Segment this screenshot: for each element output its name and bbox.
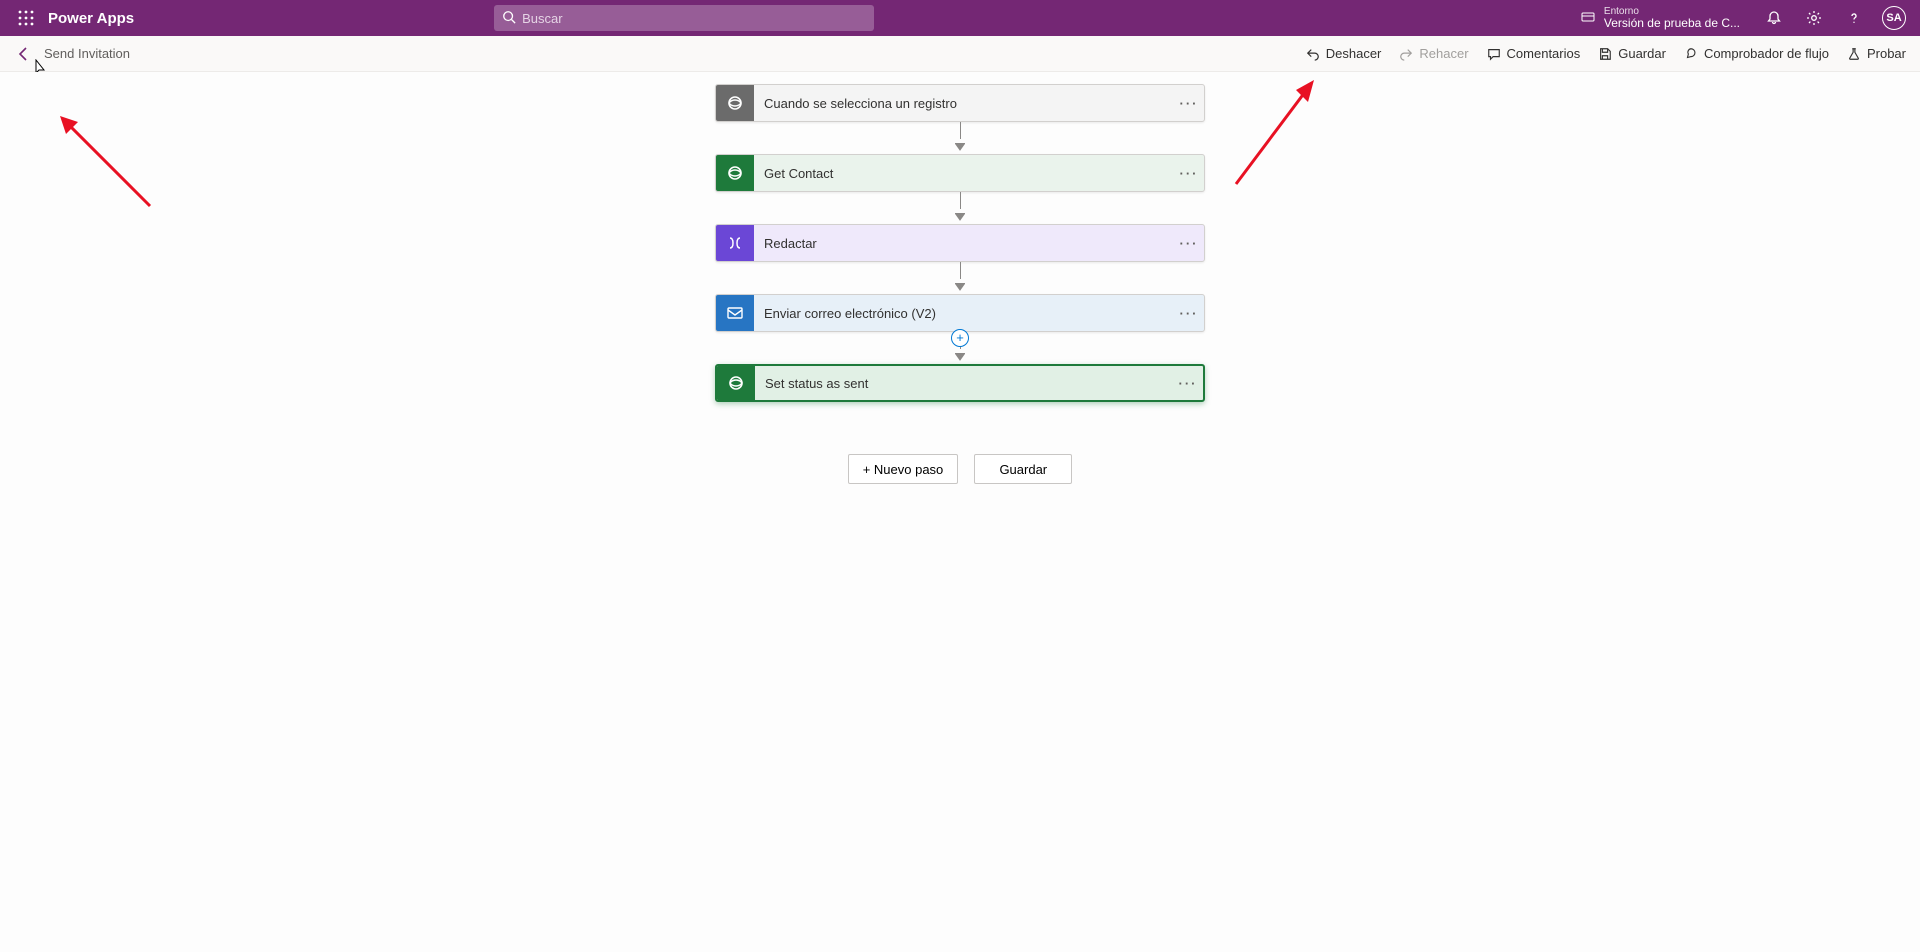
- flow-connector-with-add: +: [955, 332, 965, 364]
- flow-step-label: Redactar: [754, 236, 1174, 251]
- step-menu-icon[interactable]: ···: [1173, 376, 1203, 391]
- flow-canvas[interactable]: Cuando se selecciona un registro ··· Get…: [0, 72, 1920, 952]
- flow-step-label: Enviar correo electrónico (V2): [754, 306, 1174, 321]
- settings-icon[interactable]: [1796, 0, 1832, 36]
- save-label: Guardar: [1618, 46, 1666, 61]
- flow-connector: [955, 262, 965, 294]
- search-icon: [502, 10, 516, 27]
- flow-connector: [955, 122, 965, 154]
- compose-icon: [716, 224, 754, 262]
- flow-step-label: Cuando se selecciona un registro: [754, 96, 1174, 111]
- undo-label: Deshacer: [1326, 46, 1382, 61]
- flow-action-row: + Nuevo paso Guardar: [848, 454, 1073, 484]
- flow-checker-label: Comprobador de flujo: [1704, 46, 1829, 61]
- search-box[interactable]: [494, 5, 874, 31]
- environment-icon: [1580, 9, 1596, 28]
- flow-column: Cuando se selecciona un registro ··· Get…: [715, 84, 1205, 484]
- flow-step-label: Get Contact: [754, 166, 1174, 181]
- flow-title: Send Invitation: [44, 46, 130, 61]
- back-button[interactable]: [14, 44, 34, 64]
- annotation-arrow-right: [1226, 72, 1336, 195]
- command-bar: Send Invitation Deshacer Rehacer Comenta…: [0, 36, 1920, 72]
- flow-step-get-contact[interactable]: Get Contact ···: [715, 154, 1205, 192]
- comments-button[interactable]: Comentarios: [1487, 46, 1581, 61]
- redo-button: Rehacer: [1399, 46, 1468, 61]
- environment-name: Versión de prueba de C...: [1604, 17, 1740, 30]
- flow-step-compose[interactable]: Redactar ···: [715, 224, 1205, 262]
- flow-step-set-status[interactable]: Set status as sent ···: [715, 364, 1205, 402]
- app-launcher-icon[interactable]: [8, 0, 44, 36]
- dataverse-icon: [717, 364, 755, 402]
- step-menu-icon[interactable]: ···: [1174, 236, 1204, 251]
- dataverse-icon: [716, 154, 754, 192]
- comments-label: Comentarios: [1507, 46, 1581, 61]
- dataverse-icon: [716, 84, 754, 122]
- flow-step-send-email[interactable]: Enviar correo electrónico (V2) ···: [715, 294, 1205, 332]
- avatar[interactable]: SA: [1882, 6, 1906, 30]
- flow-step-label: Set status as sent: [755, 376, 1173, 391]
- flow-step-trigger[interactable]: Cuando se selecciona un registro ···: [715, 84, 1205, 122]
- environment-picker[interactable]: Entorno Versión de prueba de C...: [1568, 0, 1752, 36]
- test-button[interactable]: Probar: [1847, 46, 1906, 61]
- step-menu-icon[interactable]: ···: [1174, 166, 1204, 181]
- undo-button[interactable]: Deshacer: [1306, 46, 1382, 61]
- outlook-icon: [716, 294, 754, 332]
- step-menu-icon[interactable]: ···: [1174, 306, 1204, 321]
- annotation-arrow-left: [50, 106, 160, 219]
- add-step-icon[interactable]: +: [951, 329, 969, 347]
- search-input[interactable]: [522, 11, 866, 26]
- test-label: Probar: [1867, 46, 1906, 61]
- save-flow-button[interactable]: Guardar: [974, 454, 1072, 484]
- notifications-icon[interactable]: [1756, 0, 1792, 36]
- help-icon[interactable]: [1836, 0, 1872, 36]
- environment-label: Entorno: [1604, 6, 1740, 17]
- flow-connector: [955, 192, 965, 224]
- new-step-button[interactable]: + Nuevo paso: [848, 454, 959, 484]
- redo-label: Rehacer: [1419, 46, 1468, 61]
- app-header: Power Apps Entorno Versión de prueba de …: [0, 0, 1920, 36]
- app-title: Power Apps: [48, 10, 134, 27]
- step-menu-icon[interactable]: ···: [1174, 96, 1204, 111]
- flow-checker-button[interactable]: Comprobador de flujo: [1684, 46, 1829, 61]
- save-button[interactable]: Guardar: [1598, 46, 1666, 61]
